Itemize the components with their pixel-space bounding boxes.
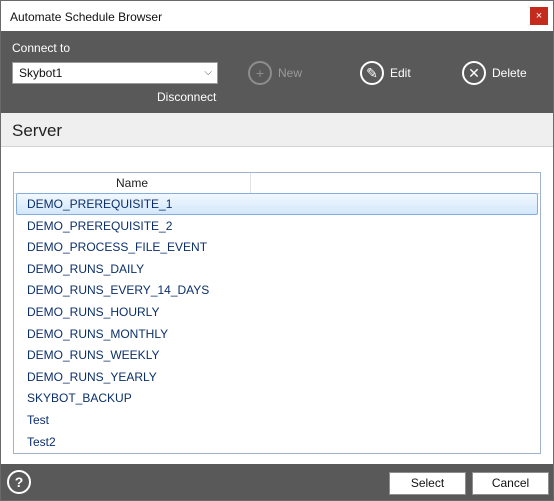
list-item[interactable]: DEMO_PREREQUISITE_2 xyxy=(16,215,538,237)
new-button-label: New xyxy=(278,66,303,80)
list-item[interactable]: Test xyxy=(16,409,538,431)
connect-to-value: Skybot1 xyxy=(19,66,63,80)
list-item[interactable]: SKYBOT_BACKUP xyxy=(16,387,538,409)
list-item[interactable]: DEMO_PREREQUISITE_1 xyxy=(16,193,538,215)
select-button[interactable]: Select xyxy=(389,472,466,495)
x-circle-icon: ✕ xyxy=(462,61,486,85)
close-button[interactable]: × xyxy=(530,7,548,25)
schedule-list[interactable]: Name DEMO_PREREQUISITE_1 DEMO_PREREQUISIT… xyxy=(13,172,541,454)
delete-button[interactable]: ✕ Delete xyxy=(462,60,527,86)
new-button[interactable]: + New xyxy=(248,60,302,86)
edit-button-label: Edit xyxy=(390,66,411,80)
delete-button-label: Delete xyxy=(492,66,527,80)
list-item[interactable]: Test2 xyxy=(16,431,538,453)
server-title: Server xyxy=(12,121,63,140)
list-item[interactable]: DEMO_RUNS_EVERY_14_DAYS xyxy=(16,279,538,301)
list-item[interactable]: DEMO_RUNS_HOURLY xyxy=(16,301,538,323)
plus-circle-icon: + xyxy=(248,61,272,85)
list-rows: DEMO_PREREQUISITE_1 DEMO_PREREQUISITE_2 DE… xyxy=(14,193,540,452)
list-item[interactable]: DEMO_RUNS_YEARLY xyxy=(16,366,538,388)
list-header: Name xyxy=(14,173,540,194)
connect-to-label: Connect to xyxy=(12,41,71,55)
list-item[interactable]: DEMO_RUNS_MONTHLY xyxy=(16,323,538,345)
disconnect-link[interactable]: Disconnect xyxy=(157,90,216,104)
column-header-name[interactable]: Name xyxy=(14,173,251,193)
help-icon[interactable]: ? xyxy=(7,470,31,494)
list-item[interactable]: DEMO_RUNS_DAILY xyxy=(16,258,538,280)
pencil-circle-icon: ✎ xyxy=(360,61,384,85)
edit-button[interactable]: ✎ Edit xyxy=(360,60,411,86)
list-item[interactable]: DEMO_RUNS_WEEKLY xyxy=(16,344,538,366)
toolbar: Connect to Skybot1 ⌵ Disconnect + New ✎ … xyxy=(1,31,553,113)
footer-bar: ? Select Cancel xyxy=(1,464,553,500)
list-item[interactable]: DEMO_PROCESS_FILE_EVENT xyxy=(16,236,538,258)
server-section-header: Server xyxy=(1,113,553,147)
schedule-browser-window: Automate Schedule Browser × Connect to S… xyxy=(0,0,554,501)
window-title: Automate Schedule Browser xyxy=(10,10,163,24)
cancel-button[interactable]: Cancel xyxy=(472,472,549,495)
chevron-down-icon: ⌵ xyxy=(204,67,212,78)
connect-to-select[interactable]: Skybot1 ⌵ xyxy=(12,62,218,84)
title-bar: Automate Schedule Browser × xyxy=(1,1,553,31)
